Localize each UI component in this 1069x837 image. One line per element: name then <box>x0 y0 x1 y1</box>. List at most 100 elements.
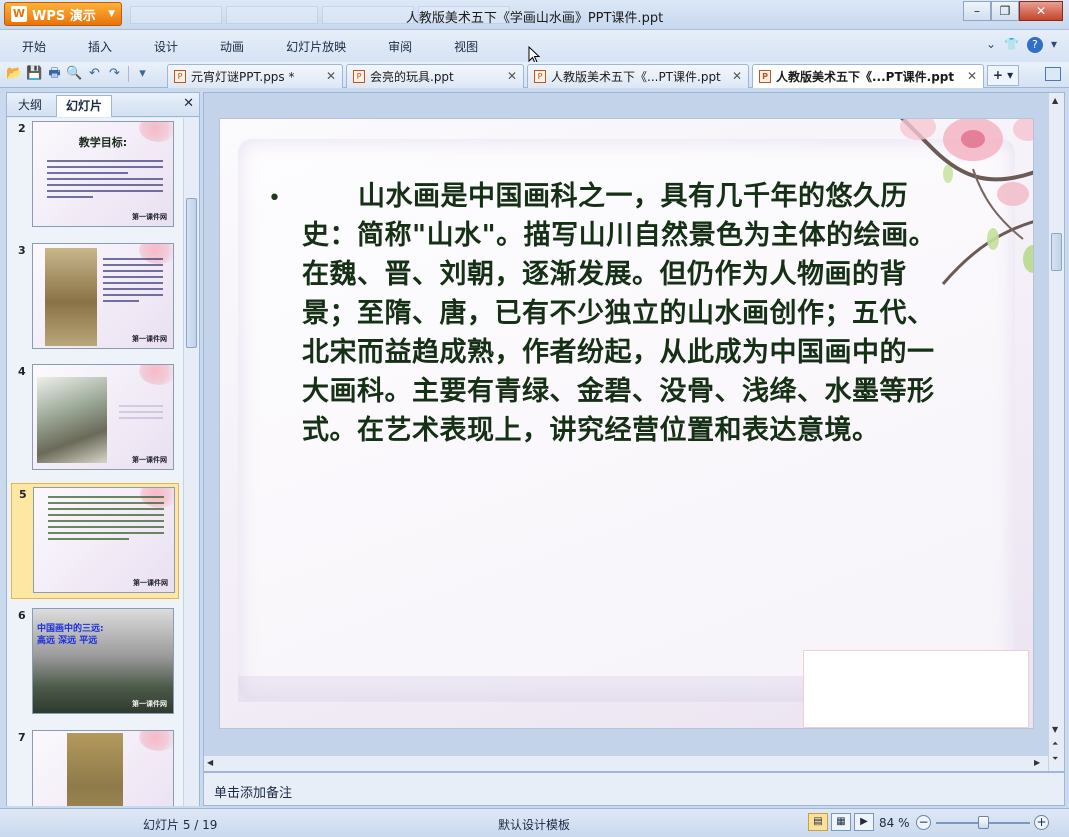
scrollbar-thumb[interactable] <box>186 198 197 348</box>
slide-number: 7 <box>18 731 26 744</box>
chevron-down-icon[interactable]: ⌄ <box>986 37 996 53</box>
horizontal-scrollbar[interactable]: ◀ ▶ <box>204 755 1048 771</box>
scrollbar-thumb[interactable] <box>1051 233 1062 271</box>
doc-tab-3[interactable]: P 人教版美术五下《...PT课件.ppt ✕ <box>527 64 749 88</box>
thumbnail-text-lines <box>47 160 163 202</box>
window-layout-icon[interactable] <box>1045 67 1061 81</box>
close-icon[interactable]: ✕ <box>183 96 194 111</box>
zoom-in-icon[interactable]: + <box>1034 815 1049 830</box>
tab-slides[interactable]: 幻灯片 <box>56 95 113 117</box>
maximize-icon[interactable]: ❐ <box>991 1 1019 21</box>
slide-thumbnail-4[interactable]: 4 第一课件网 <box>11 361 179 477</box>
menu-view[interactable]: 视图 <box>433 38 499 55</box>
menu-design[interactable]: 设计 <box>133 38 199 55</box>
doc-tab-label: 元宵灯谜PPT.pps * <box>191 70 295 84</box>
tab-outline[interactable]: 大纲 <box>9 95 51 117</box>
open-folder-icon[interactable]: 📂 <box>6 65 23 83</box>
thumbnail-footer: 第一课件网 <box>132 213 167 221</box>
panel-tabs: 大纲 幻灯片 ✕ <box>7 93 199 117</box>
toolbar-divider <box>128 66 129 82</box>
slideshow-view-icon[interactable]: ▶ <box>854 813 874 831</box>
window-title: 人教版美术五下《学画山水画》PPT课件.ppt <box>405 11 664 26</box>
redo-icon[interactable]: ↷ <box>106 65 123 83</box>
notes-pane[interactable]: 单击添加备注 <box>203 772 1065 806</box>
menu-home[interactable]: 开始 <box>0 38 67 55</box>
thumbnail-text-lines <box>103 258 163 306</box>
doc-tab-4[interactable]: P 人教版美术五下《...PT课件.ppt ✕ <box>752 64 984 88</box>
scroll-up-icon[interactable]: ▲ <box>1052 96 1058 105</box>
close-icon[interactable]: ✕ <box>507 69 517 83</box>
chevron-down-icon[interactable]: ▾ <box>1051 37 1057 53</box>
menu-insert[interactable]: 插入 <box>67 38 133 55</box>
thumbnail-text-lines <box>48 496 164 544</box>
minimize-icon[interactable]: – <box>963 1 991 21</box>
slide-preview: 第一课件网 <box>32 364 174 470</box>
previous-slide-icon[interactable]: ⏶ <box>1052 739 1058 749</box>
close-icon[interactable]: ✕ <box>732 69 742 83</box>
current-slide[interactable]: • 山水画是中国画科之一，具有几千年的悠久历史：简称"山水"。描写山川自然景色为… <box>220 119 1033 728</box>
scroll-right-icon[interactable]: ▶ <box>1034 758 1040 767</box>
slide-preview: 第一课件网 <box>32 243 174 349</box>
slide-body-text[interactable]: 山水画是中国画科之一，具有几千年的悠久历史：简称"山水"。描写山川自然景色为主体… <box>302 177 942 450</box>
bullet-marker: • <box>268 186 281 211</box>
doc-tab-label: 会亮的玩具.ppt <box>370 70 454 84</box>
slide-number: 2 <box>18 122 26 135</box>
zoom-slider-handle[interactable] <box>978 816 989 829</box>
ppt-file-icon: P <box>353 70 365 83</box>
slide-position-label: 幻灯片 5 / 19 <box>143 818 218 832</box>
landscape-painting-image <box>45 248 97 346</box>
notes-placeholder: 单击添加备注 <box>214 786 293 801</box>
slide-number: 3 <box>18 244 26 257</box>
scroll-down-icon[interactable]: ▼ <box>1052 725 1058 734</box>
new-tab-button[interactable]: + ▾ <box>987 65 1019 86</box>
slide-thumbnail-7[interactable]: 7 <box>11 727 179 806</box>
toolbar: 📂 💾 🖶 🔍 ↶ ↷ ▾ P 元宵灯谜PPT.pps * ✕ P 会亮的玩具.… <box>0 62 1069 88</box>
slide-thumbnail-5[interactable]: 5 第一课件网 <box>11 483 179 599</box>
thumbnail-caption: 中国画中的三远: 高远 深远 平远 <box>37 623 104 647</box>
figure-painting-image <box>37 377 107 463</box>
slide-number: 6 <box>18 609 26 622</box>
slides-panel: 大纲 幻灯片 ✕ 2 教学目标: 第一课件网 3 第一课件网 4 第一课件网 5… <box>6 92 200 806</box>
slide-editor: • 山水画是中国画科之一，具有几千年的悠久历史：简称"山水"。描写山川自然景色为… <box>203 92 1065 772</box>
menu-right-tools: ⌄ 👕 ? ▾ <box>986 37 1057 53</box>
vertical-scrollbar[interactable]: ▲ ▼ ⏶ ⏷ <box>1048 93 1064 771</box>
doc-tab-1[interactable]: P 元宵灯谜PPT.pps * ✕ <box>167 64 343 88</box>
slide-number: 5 <box>19 488 27 501</box>
print-icon[interactable]: 🖶 <box>46 65 63 83</box>
thumbnail-footer: 第一课件网 <box>133 579 168 587</box>
slide-thumbnail-3[interactable]: 3 第一课件网 <box>11 240 179 356</box>
scroll-left-icon[interactable]: ◀ <box>207 758 213 767</box>
scroll-painting-image <box>67 733 123 806</box>
slide-preview: 教学目标: 第一课件网 <box>32 121 174 227</box>
print-preview-icon[interactable]: 🔍 <box>66 65 83 83</box>
zoom-out-icon[interactable]: − <box>916 815 931 830</box>
menu-slideshow[interactable]: 幻灯片放映 <box>265 38 367 55</box>
close-icon[interactable]: ✕ <box>967 69 977 83</box>
panel-scrollbar[interactable] <box>183 118 199 806</box>
next-slide-icon[interactable]: ⏷ <box>1052 754 1058 764</box>
slide-preview: 中国画中的三远: 高远 深远 平远 第一课件网 <box>32 608 174 714</box>
slide-thumbnail-6[interactable]: 6 中国画中的三远: 高远 深远 平远 第一课件网 <box>11 605 179 721</box>
close-icon[interactable]: ✕ <box>1019 1 1063 21</box>
shirt-icon[interactable]: 👕 <box>1004 37 1019 53</box>
slide-sorter-view-icon[interactable]: ▦ <box>831 813 851 831</box>
menu-review[interactable]: 审阅 <box>367 38 433 55</box>
blossom-decoration <box>139 365 173 385</box>
slide-preview <box>32 730 174 806</box>
close-icon[interactable]: ✕ <box>326 69 336 83</box>
save-icon[interactable]: 💾 <box>26 65 43 83</box>
help-icon[interactable]: ? <box>1026 37 1043 53</box>
normal-view-icon[interactable]: ▤ <box>808 813 828 831</box>
status-bar: 幻灯片 5 / 19 默认设计模板 ▤ ▦ ▶ 84 % − + <box>0 808 1069 837</box>
zoom-level-label: 84 % <box>879 816 910 830</box>
doc-tab-2[interactable]: P 会亮的玩具.ppt ✕ <box>346 64 524 88</box>
slide-thumbnail-2[interactable]: 2 教学目标: 第一课件网 <box>11 118 179 234</box>
customize-chevron-icon[interactable]: ▾ <box>134 65 151 83</box>
caption-line-2: 高远 深远 平远 <box>37 636 98 646</box>
doc-tab-label: 人教版美术五下《...PT课件.ppt <box>776 70 955 84</box>
quick-access: 📂 💾 🖶 🔍 ↶ ↷ ▾ <box>6 65 151 83</box>
undo-icon[interactable]: ↶ <box>86 65 103 83</box>
blossom-decoration <box>139 731 173 751</box>
white-placeholder-box[interactable] <box>803 650 1029 728</box>
menu-animation[interactable]: 动画 <box>199 38 265 55</box>
